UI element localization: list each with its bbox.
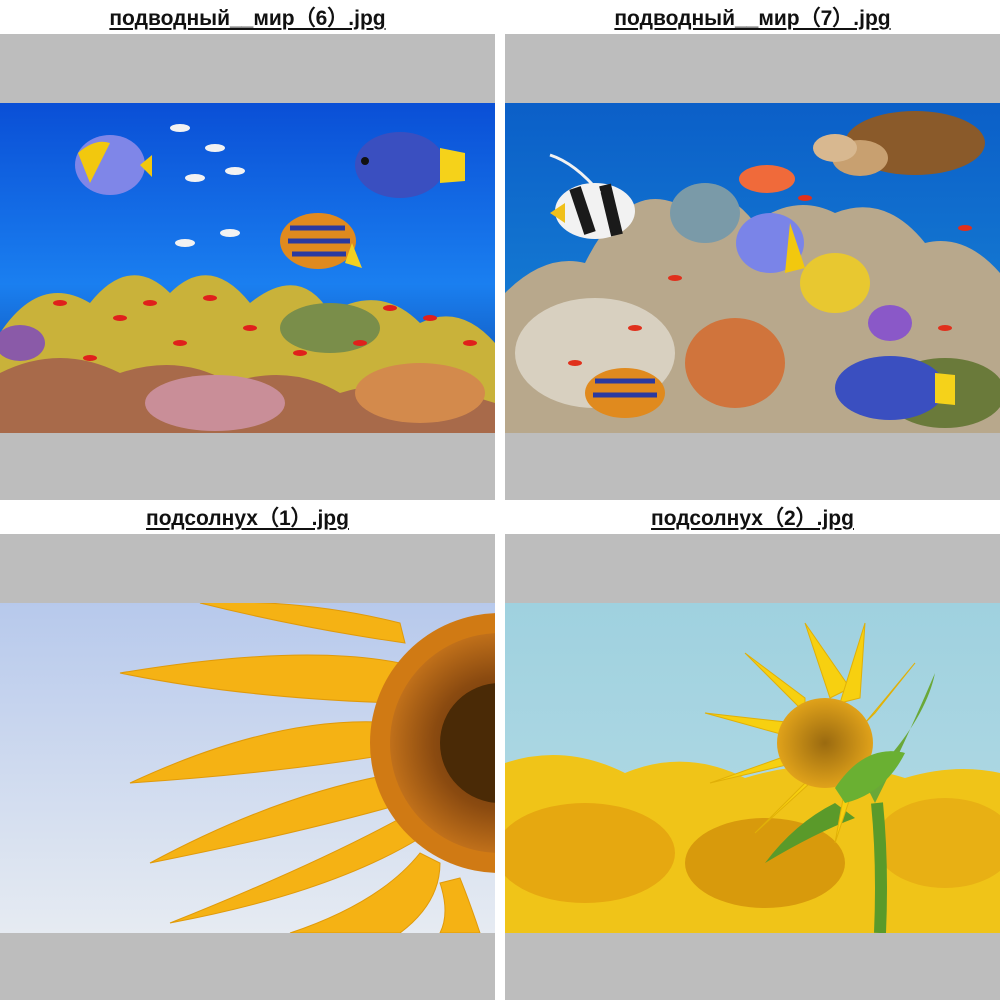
sunflower-closeup-image[interactable] — [0, 603, 495, 933]
thumbnail-card[interactable]: подсолнух（2）.jpg — [505, 500, 1000, 1000]
thumbnail-card[interactable]: подводный__мир（7）.jpg — [505, 0, 1000, 500]
coral-reef-turtle-image[interactable] — [505, 103, 1000, 433]
thumbnail-frame[interactable] — [505, 534, 1000, 1000]
image-thumbnail-grid: подводный__мир（6）.jpg подводный__мир（7）.… — [0, 0, 1000, 1000]
underwater-reef-image[interactable] — [0, 103, 495, 433]
thumbnail-card[interactable]: подсолнух（1）.jpg — [0, 500, 495, 1000]
thumbnail-card[interactable]: подводный__мир（6）.jpg — [0, 0, 495, 500]
thumbnail-filename-link[interactable]: подсолнух（1）.jpg — [0, 500, 495, 534]
thumbnail-filename-link[interactable]: подсолнух（2）.jpg — [505, 500, 1000, 534]
thumbnail-frame[interactable] — [0, 534, 495, 1000]
thumbnail-frame[interactable] — [505, 34, 1000, 500]
thumbnail-filename-link[interactable]: подводный__мир（6）.jpg — [0, 0, 495, 34]
thumbnail-frame[interactable] — [0, 34, 495, 500]
thumbnail-filename-link[interactable]: подводный__мир（7）.jpg — [505, 0, 1000, 34]
sunflower-field-image[interactable] — [505, 603, 1000, 933]
